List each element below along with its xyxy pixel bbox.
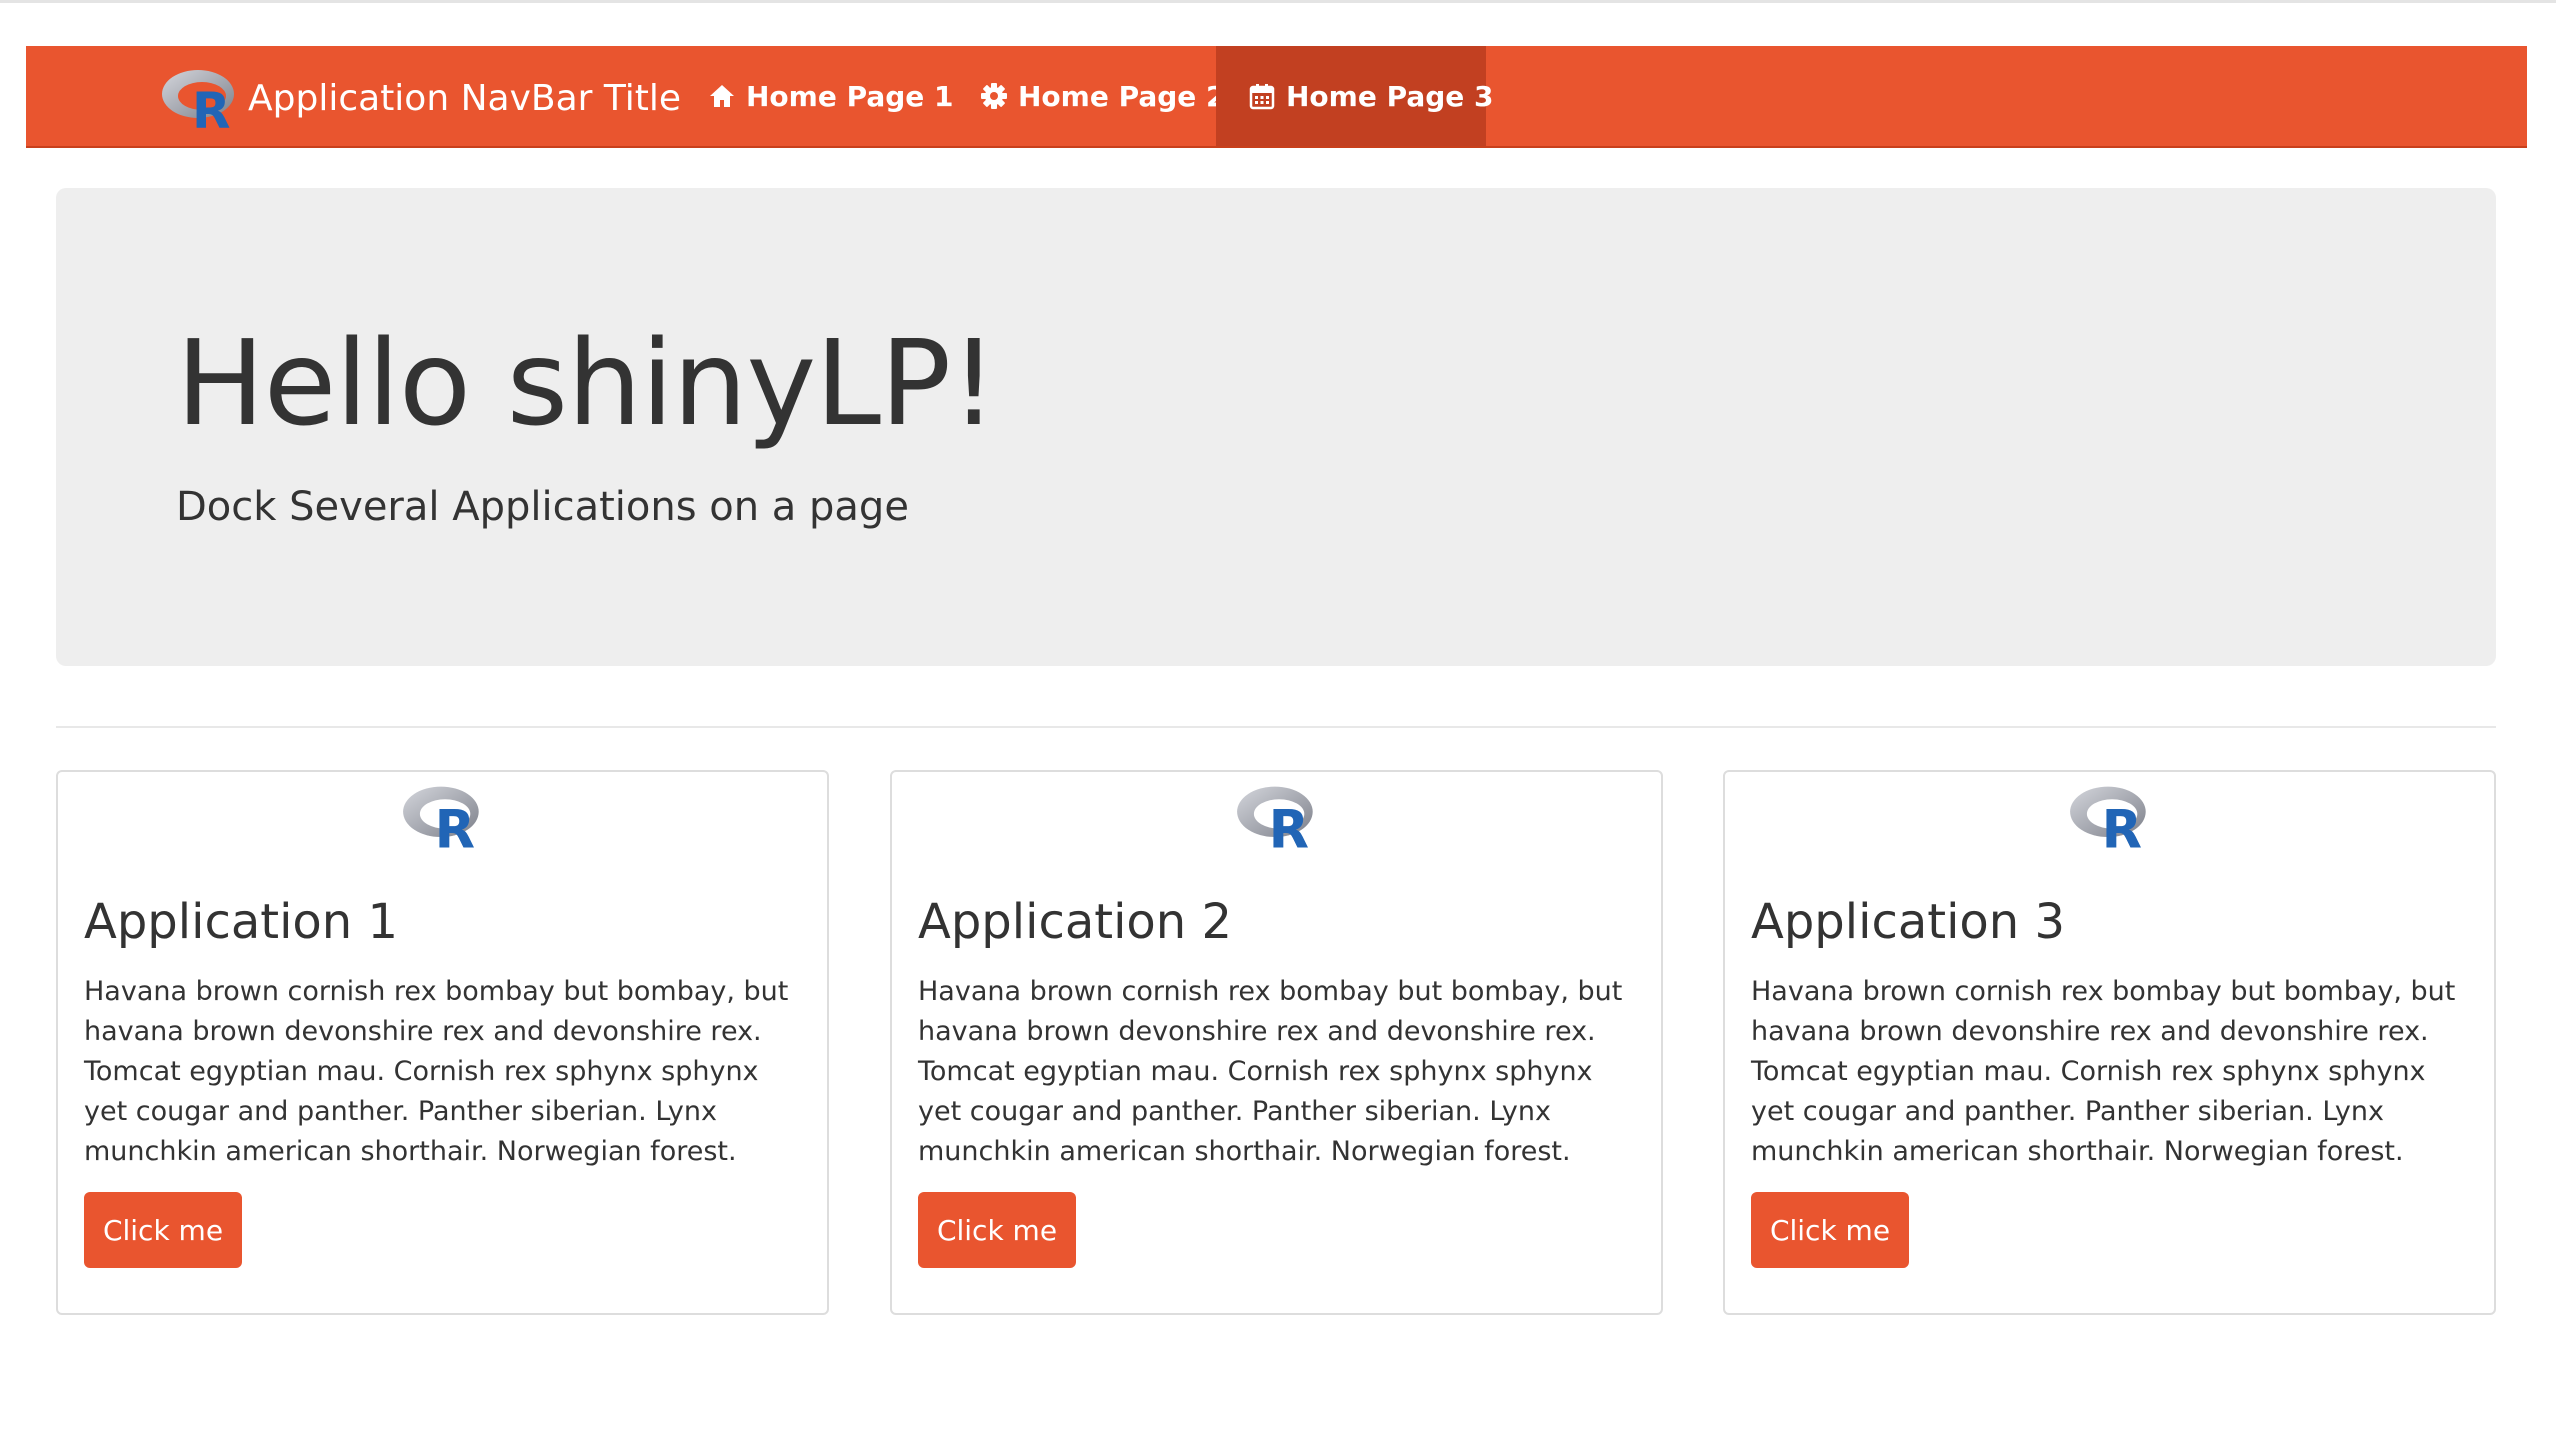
card-text: Havana brown cornish rex bombay but bomb… [918, 976, 1623, 1167]
r-logo-icon: R [1235, 782, 1319, 861]
card-title: Application 2 [918, 894, 1232, 950]
gear-icon [980, 82, 1008, 110]
card-text: Havana brown cornish rex bombay but bomb… [84, 976, 789, 1167]
click-me-button[interactable]: Click me [918, 1192, 1076, 1268]
page-title: Hello shinyLP! [176, 314, 997, 452]
card-title: Application 3 [1751, 894, 2065, 950]
nav-item-label: Home Page 3 [1286, 79, 1494, 113]
card-title: Application 1 [84, 894, 398, 950]
navbar: R Application NavBar Title Home Page 1 H… [26, 46, 2527, 148]
section-divider [56, 726, 2496, 728]
application-card-2: R Application 2 Havana brown cornish rex… [890, 770, 1663, 1315]
svg-text:R: R [192, 82, 231, 130]
navbar-brand[interactable]: R Application NavBar Title [160, 70, 682, 140]
nav-item-home-page-3[interactable]: Home Page 3 [1216, 46, 1494, 146]
nav-item-label: Home Page 1 [746, 79, 954, 113]
application-card-1: R Application 1 Havana brown cornish rex… [56, 770, 829, 1315]
top-border [0, 0, 2556, 3]
page-subtitle: Dock Several Applications on a page [176, 484, 909, 530]
r-logo-icon: R [401, 782, 485, 861]
card-text: Havana brown cornish rex bombay but bomb… [1751, 976, 2456, 1167]
click-me-button[interactable]: Click me [84, 1192, 242, 1268]
r-logo-icon: R [160, 66, 240, 140]
application-card-3: R Application 3 Havana brown cornish rex… [1723, 770, 2496, 1315]
nav-item-label: Home Page 2 [1018, 79, 1226, 113]
home-icon [708, 82, 736, 110]
nav-item-home-page-2[interactable]: Home Page 2 [952, 46, 1226, 146]
calendar-icon [1248, 82, 1276, 110]
r-logo-icon: R [2068, 782, 2152, 861]
click-me-button[interactable]: Click me [1751, 1192, 1909, 1268]
svg-text:R: R [434, 800, 474, 851]
nav-item-home-page-1[interactable]: Home Page 1 [682, 46, 954, 146]
jumbotron: Hello shinyLP! Dock Several Applications… [56, 188, 2496, 666]
navbar-title: Application NavBar Title [248, 77, 682, 119]
svg-text:R: R [2101, 800, 2141, 851]
svg-text:R: R [1268, 800, 1308, 851]
